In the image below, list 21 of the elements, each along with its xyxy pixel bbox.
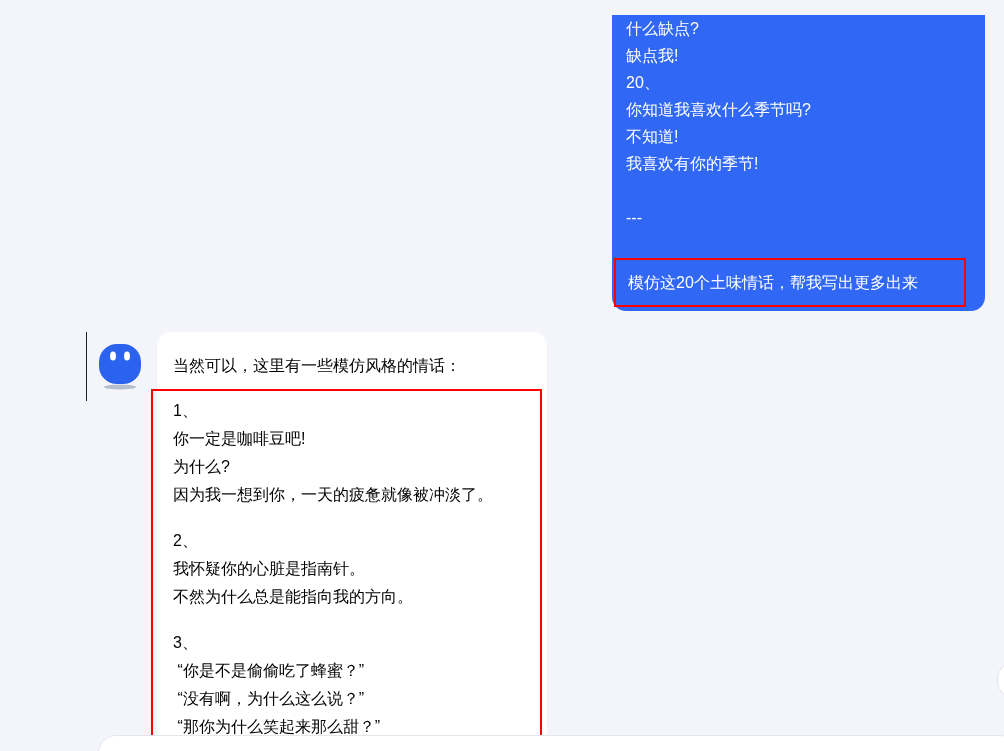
message-line: 20、 — [626, 73, 661, 93]
message-line: 我喜欢有你的季节! — [626, 154, 760, 174]
message-line: 缺点我! — [626, 46, 680, 66]
message-line: “没有啊，为什么这么说？” — [176, 689, 366, 709]
message-line: 什么缺点? — [626, 19, 700, 39]
message-divider-text: --- — [626, 208, 643, 228]
message-line: 为什么? — [173, 457, 231, 477]
item-number: 2、 — [173, 531, 199, 551]
message-line: 因为我一想到你，一天的疲惫就像被冲淡了。 — [173, 485, 494, 505]
message-line: 你知道我喜欢什么季节吗? — [626, 100, 812, 120]
message-line: “你是不是偷偷吃了蜂蜜？” — [176, 661, 366, 681]
assistant-avatar-icon — [98, 344, 142, 390]
message-line: 我怀疑你的心脏是指南针。 — [173, 559, 366, 579]
request-text: 模仿这20个土味情话，帮我写出更多出来 — [628, 274, 918, 291]
item-number: 1、 — [173, 401, 199, 421]
item-number: 3、 — [173, 633, 199, 653]
message-line: 你一定是咖啡豆吧! — [173, 429, 307, 449]
message-line: “那你为什么笑起来那么甜？” — [176, 717, 382, 737]
message-intro: 当然可以，这里有一些模仿风格的情话： — [172, 356, 462, 376]
message-line: 不然为什么总是能指向我的方向。 — [173, 587, 414, 607]
message-line: 不知道! — [626, 127, 680, 147]
